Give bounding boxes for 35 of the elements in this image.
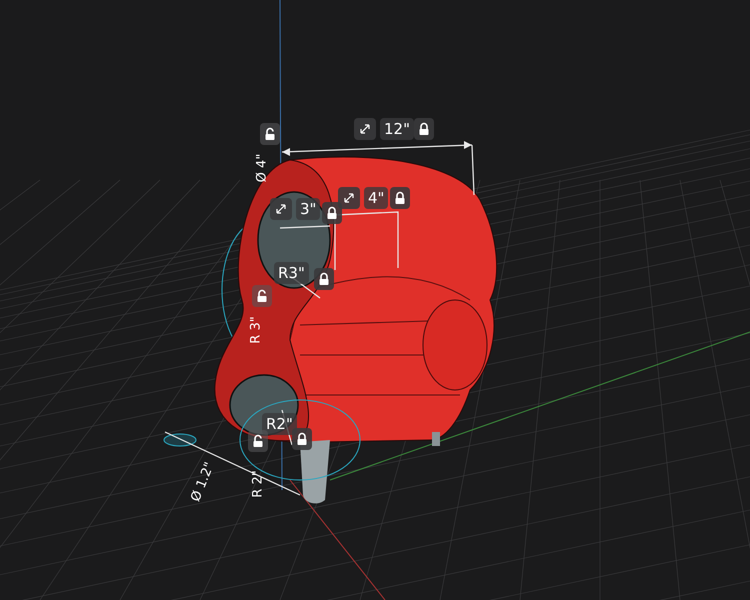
lock-button[interactable] (252, 285, 272, 307)
dimension-value[interactable]: R 3" (250, 316, 262, 344)
lock-button[interactable] (292, 428, 312, 450)
resize-arrow-icon (359, 123, 371, 135)
dimension-value[interactable]: R3" (274, 262, 309, 284)
lock-icon (326, 206, 338, 220)
resize-handle[interactable] (354, 118, 376, 140)
extension-line (471, 144, 475, 196)
resize-arrow-icon (343, 192, 355, 204)
dimension-value[interactable]: Ø 4" (256, 154, 268, 182)
lock-icon (394, 191, 406, 205)
lock-icon (296, 432, 308, 446)
lock-button[interactable] (248, 430, 268, 452)
dimension-line (334, 211, 399, 270)
viewport-canvas[interactable]: 12" 3" 4" R3" R2" Ø 4" R 3" Ø 1.2" R 2" (0, 0, 750, 600)
lock-icon (418, 122, 430, 136)
dimension-value[interactable]: 4" (364, 187, 388, 209)
unlocked-lock-icon (264, 127, 276, 141)
dimension-line (280, 225, 330, 229)
resize-arrow-icon (275, 203, 287, 215)
unlocked-lock-icon (256, 289, 268, 303)
unlocked-lock-icon (252, 434, 264, 448)
dimension-value[interactable]: 12" (380, 118, 414, 140)
dimension-value[interactable]: R 2" (252, 470, 264, 498)
lock-button[interactable] (260, 123, 280, 145)
dimension-value[interactable]: 3" (296, 198, 320, 220)
lock-button[interactable] (322, 202, 342, 224)
lock-button[interactable] (390, 187, 410, 209)
dimension-value[interactable]: Ø 1.2" (189, 460, 217, 504)
lock-button[interactable] (414, 118, 434, 140)
resize-handle[interactable] (270, 198, 292, 220)
dimension-value[interactable]: R2" (262, 413, 297, 435)
lock-button[interactable] (314, 268, 334, 290)
lock-icon (318, 272, 330, 286)
resize-handle[interactable] (338, 187, 360, 209)
